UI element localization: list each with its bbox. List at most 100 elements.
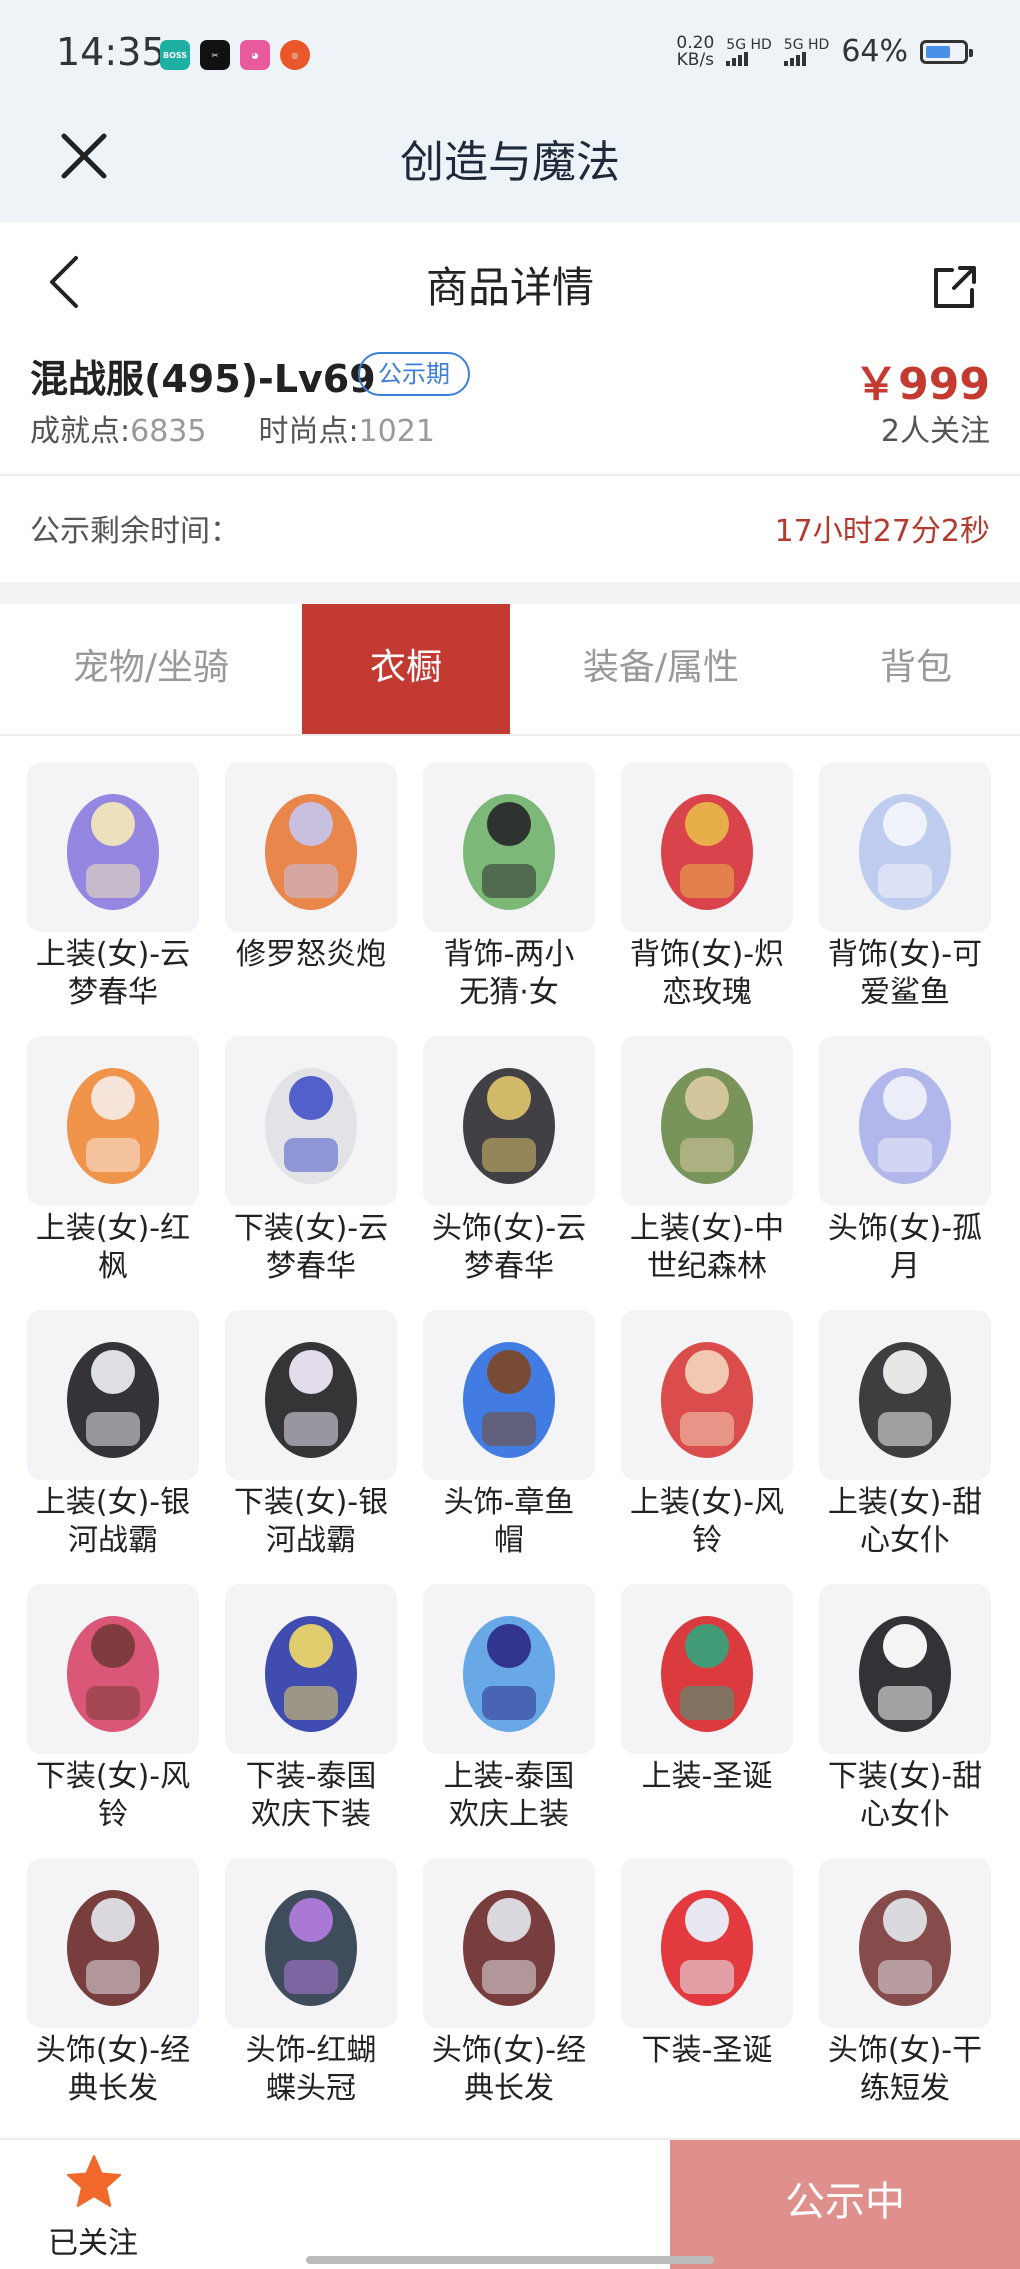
wardrobe-item-image — [27, 762, 199, 932]
wardrobe-item-name-line2: 世纪森林 — [647, 1249, 767, 1284]
follow-label: 已关注 — [48, 2226, 138, 2261]
wardrobe-item-name-line1: 上装(女)-红 — [35, 1211, 191, 1246]
wardrobe-item-name-line2: 月 — [890, 1249, 920, 1284]
wardrobe-item-name-line2: 恋玫瑰 — [662, 975, 752, 1010]
wardrobe-item-image — [621, 1036, 793, 1206]
wardrobe-item-name-line1: 上装-圣诞 — [641, 1759, 773, 1794]
wardrobe-item-name: 头饰(女)-云 梦春华 — [414, 1210, 604, 1286]
wardrobe-item[interactable]: 头饰(女)-经 典长发 — [27, 1858, 199, 2116]
wardrobe-item-image — [225, 1584, 397, 1754]
wardrobe-item-name-line2: 无猜·女 — [459, 975, 559, 1010]
wardrobe-item-image — [27, 1310, 199, 1480]
wardrobe-item-image — [819, 1858, 991, 2028]
wardrobe-item-name-line1: 头饰-章鱼 — [443, 1485, 575, 1520]
wardrobe-item-name-line1: 下装(女)-银 — [233, 1485, 389, 1520]
wardrobe-item[interactable]: 头饰(女)-孤月 — [819, 1036, 991, 1294]
wardrobe-item[interactable]: 头饰-红蝴 蝶头冠 — [225, 1858, 397, 2116]
wardrobe-item-name: 下装-泰国 欢庆下装 — [216, 1758, 406, 1834]
follower-count: 2人关注 — [880, 414, 990, 449]
wardrobe-item-name-line2: 帽 — [494, 1523, 524, 1558]
wardrobe-item[interactable]: 上装(女)-中 世纪森林 — [621, 1036, 793, 1294]
wardrobe-item-name-line2: 爱鲨鱼 — [860, 975, 950, 1010]
wardrobe-item-name-line1: 下装(女)-云 — [233, 1211, 389, 1246]
wardrobe-item-image — [225, 1036, 397, 1206]
bottom-bar: 已关注 公示中 — [0, 2138, 1020, 2269]
wardrobe-item-name-line1: 下装(女)-风 — [35, 1759, 191, 1794]
wardrobe-item[interactable]: 上装(女)-银 河战霸 — [27, 1310, 199, 1568]
share-icon[interactable] — [930, 262, 980, 312]
wardrobe-item-name-line2: 欢庆上装 — [449, 1797, 569, 1832]
countdown-row: 公示剩余时间： 17小时27分2秒 — [0, 476, 1020, 582]
wardrobe-item-name: 下装(女)-风铃 — [18, 1758, 208, 1834]
status-indicators: 0.20 KB/s 5G HD 5G HD 64% — [676, 32, 973, 70]
wardrobe-item-image — [819, 762, 991, 932]
wardrobe-item-name: 上装(女)-风铃 — [612, 1484, 802, 1560]
wardrobe-item-name-line1: 背饰(女)-炽 — [629, 937, 785, 972]
wardrobe-item-name-line2: 梦春华 — [464, 1249, 554, 1284]
fashion-value: 1021 — [358, 414, 435, 449]
wardrobe-item-name-line2: 典长发 — [68, 2071, 158, 2106]
net-speed-value: 0.20 — [676, 32, 715, 53]
wardrobe-item-image — [423, 1584, 595, 1754]
wardrobe-item[interactable]: 背饰-两小 无猜·女 — [423, 762, 595, 1020]
wardrobe-item[interactable]: 下装(女)-银 河战霸 — [225, 1310, 397, 1568]
wardrobe-item-name-line1: 上装(女)-中 — [629, 1211, 785, 1246]
wardrobe-item[interactable]: 修罗怒炎炮 — [225, 762, 397, 1020]
wardrobe-item[interactable]: 头饰(女)-云 梦春华 — [423, 1036, 595, 1294]
wardrobe-item-name: 修罗怒炎炮 — [216, 936, 406, 974]
tab-pets-mounts[interactable]: 宠物/坐骑 — [0, 604, 302, 734]
tab-wardrobe[interactable]: 衣橱 — [302, 604, 510, 734]
achievement-value: 6835 — [130, 414, 207, 449]
publicity-status-button[interactable]: 公示中 — [670, 2140, 1020, 2269]
wardrobe-item[interactable]: 头饰-章鱼帽 — [423, 1310, 595, 1568]
countdown-label: 公示剩余时间： — [30, 514, 240, 549]
wardrobe-item-image — [819, 1036, 991, 1206]
wardrobe-item-name-line2: 练短发 — [860, 2071, 950, 2106]
wardrobe-item-name: 头饰-红蝴 蝶头冠 — [216, 2032, 406, 2108]
tab-backpack[interactable]: 背包 — [812, 604, 1020, 734]
net-speed-unit: KB/s — [676, 49, 715, 70]
wardrobe-item[interactable]: 上装(女)-红枫 — [27, 1036, 199, 1294]
wardrobe-item-name-line1: 下装-泰国 — [245, 1759, 377, 1794]
wardrobe-item-name: 上装(女)-甜 心女仆 — [810, 1484, 1000, 1560]
wardrobe-item-name: 上装(女)-红枫 — [18, 1210, 208, 1286]
star-icon — [67, 2155, 121, 2207]
wardrobe-item[interactable]: 上装(女)-甜 心女仆 — [819, 1310, 991, 1568]
wardrobe-item-name: 上装(女)-中 世纪森林 — [612, 1210, 802, 1286]
wardrobe-item-name: 下装-圣诞 — [612, 2032, 802, 2070]
wardrobe-item[interactable]: 下装(女)-甜 心女仆 — [819, 1584, 991, 1842]
wardrobe-item-image — [225, 1858, 397, 2028]
app-bar: 创造与魔法 — [0, 112, 1020, 222]
tab-bar: 宠物/坐骑 衣橱 装备/属性 背包 — [0, 604, 1020, 736]
wardrobe-item[interactable]: 上装(女)-云 梦春华 — [27, 762, 199, 1020]
wardrobe-item-name: 上装(女)-银 河战霸 — [18, 1484, 208, 1560]
follow-button[interactable]: 已关注 — [0, 2140, 670, 2269]
wardrobe-item[interactable]: 头饰(女)-经 典长发 — [423, 1858, 595, 2116]
wardrobe-item[interactable]: 下装-圣诞 — [621, 1858, 793, 2116]
tab-equipment-attributes[interactable]: 装备/属性 — [510, 604, 812, 734]
wardrobe-item[interactable]: 下装(女)-云 梦春华 — [225, 1036, 397, 1294]
wardrobe-item-name-line2: 蝶头冠 — [266, 2071, 356, 2106]
wardrobe-item-name-line2: 心女仆 — [860, 1523, 950, 1558]
home-indicator[interactable] — [306, 2256, 714, 2264]
wardrobe-item[interactable]: 上装-泰国 欢庆上装 — [423, 1584, 595, 1842]
wardrobe-item-name-line1: 背饰(女)-可 — [827, 937, 983, 972]
wardrobe-item[interactable]: 下装-泰国 欢庆下装 — [225, 1584, 397, 1842]
wardrobe-item-name-line2: 铃 — [692, 1523, 722, 1558]
wardrobe-item[interactable]: 上装(女)-风铃 — [621, 1310, 793, 1568]
wardrobe-item-image — [27, 1036, 199, 1206]
wardrobe-item-name-line1: 下装(女)-甜 — [827, 1759, 983, 1794]
wardrobe-item-name-line1: 上装(女)-银 — [35, 1485, 191, 1520]
wardrobe-item-name-line2: 河战霸 — [68, 1523, 158, 1558]
wardrobe-item-name-line2: 欢庆下装 — [251, 1797, 371, 1832]
wardrobe-item[interactable]: 下装(女)-风铃 — [27, 1584, 199, 1842]
wardrobe-item[interactable]: 背饰(女)-可 爱鲨鱼 — [819, 762, 991, 1020]
wardrobe-item[interactable]: 上装-圣诞 — [621, 1584, 793, 1842]
battery-percent: 64% — [841, 34, 908, 69]
wardrobe-item[interactable]: 背饰(女)-炽 恋玫瑰 — [621, 762, 793, 1020]
wardrobe-item-image — [27, 1584, 199, 1754]
status-bar: 14:35 BOSS ✂ ◕ ◎ 0.20 KB/s 5G HD 5G HD 6… — [0, 0, 1020, 112]
signal-sim1-icon: 5G HD — [726, 38, 772, 66]
net-speed: 0.20 KB/s — [676, 32, 715, 70]
wardrobe-item[interactable]: 头饰(女)-干 练短发 — [819, 1858, 991, 2116]
